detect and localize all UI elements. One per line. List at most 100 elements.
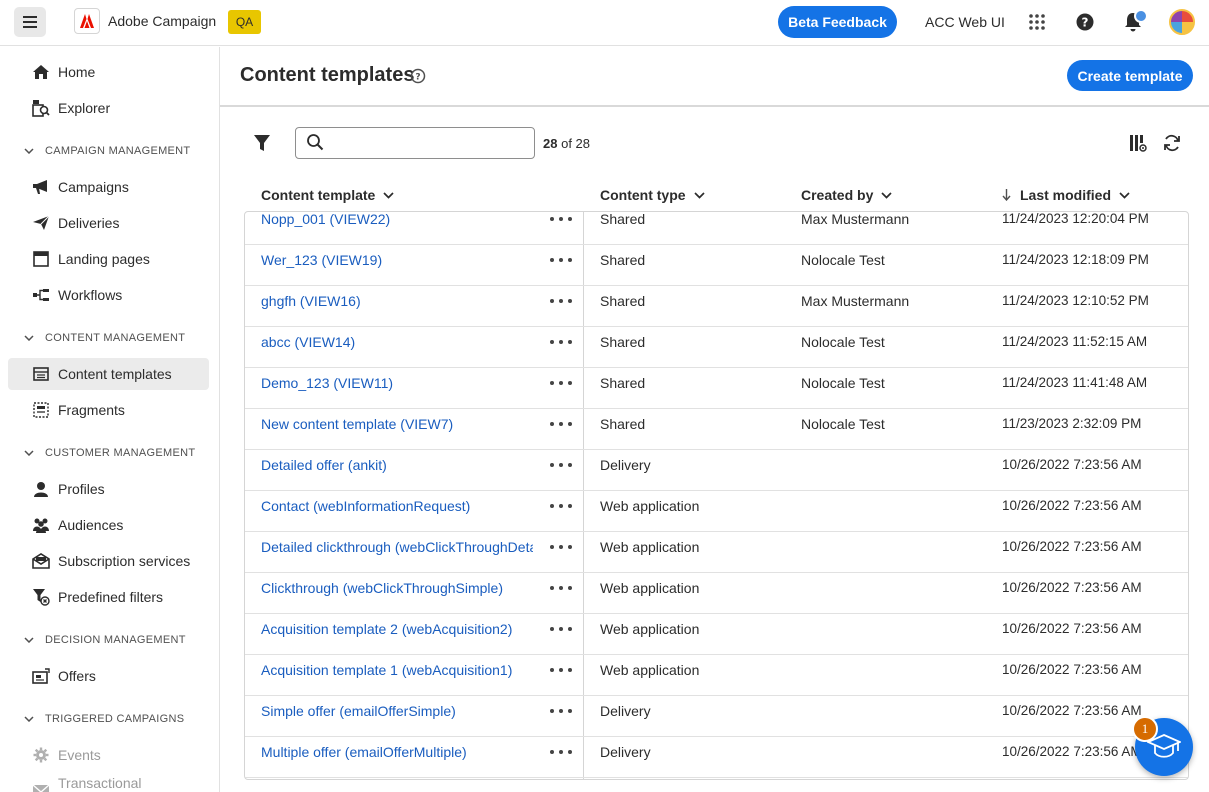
table-row[interactable]: Demo_123 (VIEW11) Shared Nolocale Test 11/2… xyxy=(245,368,1188,409)
app-switcher-icon[interactable] xyxy=(1026,11,1048,33)
nav-item-offers[interactable]: Offers xyxy=(8,660,209,692)
column-header-created-by[interactable]: Created by xyxy=(801,186,892,204)
more-actions-icon[interactable] xyxy=(550,582,572,594)
template-name-link[interactable]: ghgfh (VIEW16) xyxy=(261,293,533,309)
table-row[interactable]: Contact (webInformationRequest) Web appli… xyxy=(245,491,1188,532)
more-actions-icon[interactable] xyxy=(550,295,572,307)
nav-item-deliveries[interactable]: Deliveries xyxy=(8,207,209,239)
nav-label: Campaigns xyxy=(58,179,129,195)
more-actions-icon[interactable] xyxy=(550,336,572,348)
help-icon[interactable]: ? xyxy=(1074,11,1096,33)
menu-toggle-button[interactable] xyxy=(14,7,46,37)
created-by-cell: Max Mustermann xyxy=(801,293,910,309)
user-avatar[interactable] xyxy=(1169,9,1195,35)
nav-label: Events xyxy=(58,747,101,763)
nav-item-predefined-filters[interactable]: Predefined filters xyxy=(8,581,209,613)
nav-item-audiences[interactable]: Audiences xyxy=(8,509,209,541)
table-row[interactable]: ghgfh (VIEW16) Shared Max Mustermann 11/24/… xyxy=(245,286,1188,327)
more-actions-icon[interactable] xyxy=(550,664,572,676)
nav-section-decision-management[interactable]: DECISION MANAGEMENT xyxy=(24,630,186,650)
table-row[interactable]: New content template (VIEW7) Shared Noloca… xyxy=(245,409,1188,450)
table-row[interactable]: Nopp_001 (VIEW22) Shared Max Mustermann 11/… xyxy=(245,211,1188,245)
more-actions-icon[interactable] xyxy=(550,705,572,717)
template-name-link[interactable]: Nopp_001 (VIEW22) xyxy=(261,212,533,227)
table-row[interactable]: Simple offer (emailOfferSimple) Delivery 1… xyxy=(245,696,1188,737)
more-actions-icon[interactable] xyxy=(550,541,572,553)
column-header-content-type[interactable]: Content type xyxy=(600,186,705,204)
nav-item-campaigns[interactable]: Campaigns xyxy=(8,171,209,203)
created-by-cell: Nolocale Test xyxy=(801,334,885,350)
template-name-link[interactable]: Detailed offer (ankit) xyxy=(261,457,533,473)
template-name-link[interactable]: Multiple offer (emailOfferMultiple) xyxy=(261,744,533,760)
template-name-link[interactable]: Wer_123 (VIEW19) xyxy=(261,252,533,268)
more-actions-icon[interactable] xyxy=(550,377,572,389)
template-name-link[interactable]: Clickthrough (webClickThroughSimple) xyxy=(261,580,533,596)
table-row[interactable]: Wer_123 (VIEW19) Shared Nolocale Test 11/24… xyxy=(245,245,1188,286)
template-name-link[interactable]: Demo_123 (VIEW11) xyxy=(261,375,533,391)
last-modified-cell: 11/23/2023 2:32:09 PM xyxy=(1002,416,1142,431)
column-header-last-modified[interactable]: Last modified xyxy=(1002,186,1130,204)
nav-item-landing-pages[interactable]: Landing pages xyxy=(8,243,209,275)
table-row[interactable]: abcc (VIEW14) Shared Nolocale Test 11/24/20… xyxy=(245,327,1188,368)
more-actions-icon[interactable] xyxy=(550,623,572,635)
refresh-icon[interactable] xyxy=(1162,133,1182,153)
nav-item-fragments[interactable]: Fragments xyxy=(8,394,209,426)
nav-label: Home xyxy=(58,64,96,80)
table-row[interactable]: Acquisition template 2 (webAcquisition2)… xyxy=(245,614,1188,655)
nav-section-triggered-campaigns[interactable]: TRIGGERED CAMPAIGNS xyxy=(24,709,184,729)
nav-item-transactional-messages[interactable]: Transactional messages xyxy=(8,775,209,792)
nav-section-content-management[interactable]: CONTENT MANAGEMENT xyxy=(24,328,185,348)
template-name-link[interactable]: Contact (webInformationRequest) xyxy=(261,498,533,514)
nav-item-home[interactable]: Home xyxy=(8,56,209,88)
nav-label: Transactional messages xyxy=(58,775,142,792)
chevron-down-icon xyxy=(24,335,36,341)
last-modified-cell: 11/24/2023 12:20:04 PM xyxy=(1002,211,1149,226)
mail-icon xyxy=(32,782,50,792)
app-brand[interactable]: Adobe Campaign xyxy=(74,8,216,34)
more-actions-icon[interactable] xyxy=(550,254,572,266)
template-name-link[interactable]: Acquisition template 2 (webAcquisition2) xyxy=(261,621,533,637)
search-input[interactable] xyxy=(330,129,534,157)
filter-icon xyxy=(32,588,50,606)
content-type-cell: Shared xyxy=(600,211,646,227)
more-actions-icon[interactable] xyxy=(550,500,572,512)
nav-item-subscription-services[interactable]: Subscription services xyxy=(8,545,209,577)
nav-item-events[interactable]: Events xyxy=(8,739,209,771)
template-name-link[interactable]: Acquisition template 1 (webAcquisition1) xyxy=(261,662,533,678)
more-actions-icon[interactable] xyxy=(550,418,572,430)
envelope-icon xyxy=(32,552,50,570)
nav-label: Workflows xyxy=(58,287,123,303)
nav-section-customer-management[interactable]: CUSTOMER MANAGEMENT xyxy=(24,443,195,463)
table-row[interactable]: Acquisition template 1 (webAcquisition1)… xyxy=(245,655,1188,696)
create-template-button[interactable]: Create template xyxy=(1067,60,1193,91)
beta-feedback-button[interactable]: Beta Feedback xyxy=(778,6,897,38)
org-switcher[interactable]: ACC Web UI xyxy=(925,14,1005,30)
filter-toggle-icon[interactable] xyxy=(252,133,272,153)
template-name-link[interactable]: Simple offer (emailOfferSimple) xyxy=(261,703,533,719)
more-actions-icon[interactable] xyxy=(550,746,572,758)
template-name-link[interactable]: Detailed clickthrough (webClickThroughDe… xyxy=(261,539,533,555)
nav-item-workflows[interactable]: Workflows xyxy=(8,279,209,311)
search-field[interactable] xyxy=(295,127,535,159)
more-actions-icon[interactable] xyxy=(550,459,572,471)
nav-item-explorer[interactable]: Explorer xyxy=(8,92,209,124)
nav-section-campaign-management[interactable]: CAMPAIGN MANAGEMENT xyxy=(24,141,190,161)
last-modified-cell: 10/26/2022 7:23:56 AM xyxy=(1002,580,1142,595)
nav-item-content-templates[interactable]: Content templates xyxy=(8,358,209,390)
result-count-total: of 28 xyxy=(561,136,591,151)
template-name-link[interactable]: New content template (VIEW7) xyxy=(261,416,533,432)
last-modified-cell: 10/26/2022 7:23:56 AM xyxy=(1002,662,1142,677)
info-help-icon[interactable]: ? xyxy=(410,68,426,84)
template-name-link[interactable]: abcc (VIEW14) xyxy=(261,334,533,350)
column-header-content-template[interactable]: Content template xyxy=(261,186,394,204)
table-row[interactable]: Detailed offer (ankit) Delivery 10/26/2022… xyxy=(245,450,1188,491)
column-header-label: Content template xyxy=(261,187,376,203)
more-actions-icon[interactable] xyxy=(550,213,572,225)
nav-item-profiles[interactable]: Profiles xyxy=(8,473,209,505)
browser-icon xyxy=(32,250,50,268)
table-row[interactable]: Clickthrough (webClickThroughSimple) Web … xyxy=(245,573,1188,614)
nav-label: Audiences xyxy=(58,517,124,533)
table-row[interactable]: Multiple offer (emailOfferMultiple) Deliv… xyxy=(245,737,1188,778)
table-row[interactable]: Detailed clickthrough (webClickThroughDe… xyxy=(245,532,1188,573)
column-settings-icon[interactable] xyxy=(1128,133,1148,153)
